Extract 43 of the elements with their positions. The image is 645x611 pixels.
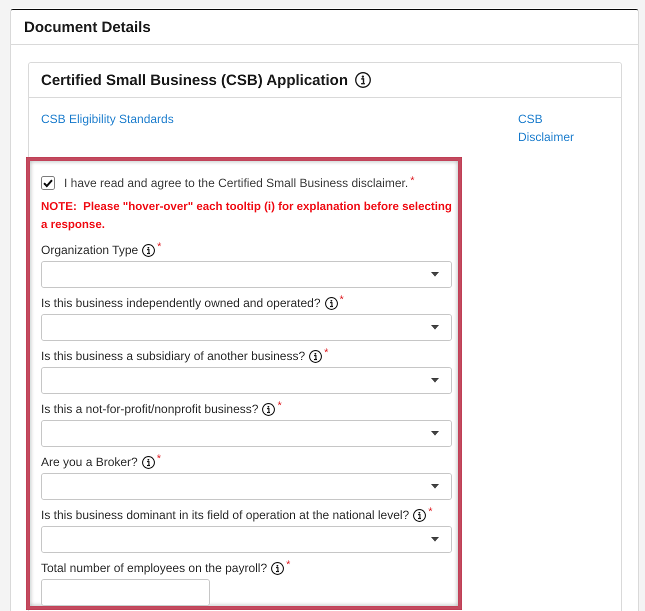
info-icon[interactable] xyxy=(271,562,284,574)
caret-icon xyxy=(431,325,439,330)
field-label: Are you a Broker? xyxy=(41,455,138,469)
dropdown-field[interactable] xyxy=(41,420,452,447)
required-mark: * xyxy=(340,295,344,305)
card-title: Certified Small Business (CSB) Application xyxy=(41,72,348,88)
required-mark: * xyxy=(157,242,162,252)
caret-icon xyxy=(431,378,439,383)
checkbox-label: I have read and agree to the Certified Small Business disclaimer. xyxy=(64,176,408,190)
dropdown-field[interactable] xyxy=(41,473,452,500)
caret-icon xyxy=(431,537,439,542)
required-mark: * xyxy=(156,454,161,464)
caret-icon xyxy=(431,272,439,277)
info-icon[interactable] xyxy=(309,350,322,362)
field-label: Is this business a subsidiary of another business? xyxy=(41,349,306,363)
info-icon[interactable] xyxy=(142,456,155,468)
field-label: Is this a not-for-profit/nonprofit business? xyxy=(41,402,258,416)
panel-title: Document Details xyxy=(24,18,151,36)
required-mark: * xyxy=(286,560,290,570)
info-icon[interactable] xyxy=(142,244,156,256)
info-icon[interactable] xyxy=(355,72,371,88)
field-label: Organization Type xyxy=(41,243,138,257)
dropdown-field[interactable] xyxy=(41,261,452,288)
note-text: NOTE: Please "hover-over" each tooltip (i) for explanation before selecting a response. xyxy=(41,200,452,233)
required-mark: * xyxy=(277,401,282,411)
info-icon[interactable] xyxy=(324,296,338,310)
text-input-field[interactable] xyxy=(41,579,210,606)
info-icon[interactable] xyxy=(413,508,426,522)
required-mark: * xyxy=(428,507,433,517)
required-mark: * xyxy=(410,176,414,186)
field-label: Is this business independently owned and operated? xyxy=(41,296,321,310)
checkbox[interactable] xyxy=(41,176,55,190)
caret-icon xyxy=(431,431,439,436)
field-label: Total number of employees on the payroll? xyxy=(41,561,268,575)
link[interactable]: CSB Eligibility Standards xyxy=(41,110,174,128)
link[interactable]: CSB Disclaimer xyxy=(518,110,588,146)
dropdown-field[interactable] xyxy=(41,367,452,394)
dropdown-field[interactable] xyxy=(41,314,452,341)
info-icon[interactable] xyxy=(262,402,276,416)
dropdown-field[interactable] xyxy=(41,526,452,553)
caret-icon xyxy=(431,484,439,489)
required-mark: * xyxy=(324,348,328,358)
field-label: Is this business dominant in its field of operation at the national level? xyxy=(41,508,410,522)
